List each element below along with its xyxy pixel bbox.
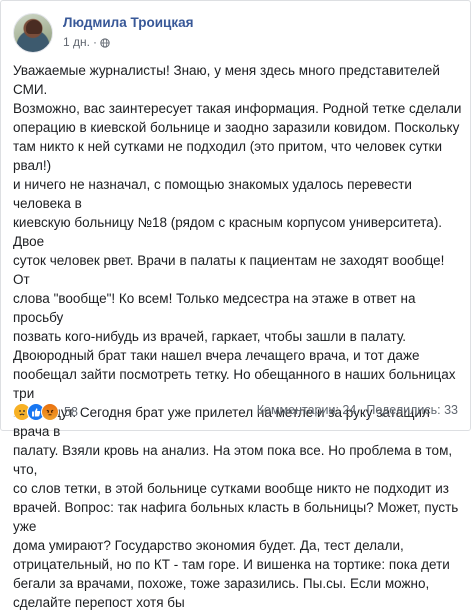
post-text-line: суток человек рвет. Врачи в палаты к пац… <box>13 253 445 287</box>
post-text-line: палату. Взяли кровь на анализ. На этом п… <box>13 443 453 477</box>
post-text-line: отрицательный, но по КТ - там горе. И ви… <box>13 557 450 572</box>
post-text-line: Двоюродный брат таки нашел вчера лечащег… <box>13 348 420 363</box>
post-text-line: операцию в киевской больнице и заодно за… <box>13 120 460 135</box>
reactions-summary[interactable]: 58 <box>13 403 78 421</box>
reactions-count: 58 <box>64 405 78 419</box>
post-text-line: сделайте перепост хотя бы <box>13 595 185 610</box>
author-name[interactable]: Людмила Троицкая <box>63 15 193 30</box>
post-text-line: и ничего не назначал, с помощью знакомых… <box>13 177 412 211</box>
post-meta: 1 дн. · <box>63 35 110 49</box>
post-text-line: там никто к ней сутками не подходил (это… <box>13 139 443 173</box>
post-footer: 58 Комментарии: 24 Поделились: 33 <box>13 403 458 421</box>
globe-icon[interactable] <box>100 38 110 48</box>
avatar[interactable] <box>13 13 53 53</box>
post-text-line: врачей. Вопрос: так нафига больных класт… <box>13 500 459 534</box>
comments-count-link[interactable]: Комментарии: 24 <box>257 403 357 417</box>
post-text-line: Уважаемые журналисты! Знаю, у меня здесь… <box>13 63 440 97</box>
post-text-line: бегали за врачами, похоже, тоже заразили… <box>13 576 430 591</box>
post-timestamp[interactable]: 1 дн. <box>63 35 90 49</box>
post-text-line: пообещал зайти посмотреть тетку. Но обещ… <box>13 367 456 401</box>
post-text-line: слова "вообще"! Ко всем! Только медсестр… <box>13 291 416 325</box>
meta-separator: · <box>92 35 97 49</box>
post-text-line: киевскую больницу №18 (рядом с красным к… <box>13 215 443 249</box>
post-text-line: со слов тетки, в этой больнице сутками в… <box>13 481 449 496</box>
post-text: Уважаемые журналисты! Знаю, у меня здесь… <box>13 61 463 612</box>
angry-icon <box>41 403 59 421</box>
post-text-line: Возможно, вас заинтересует такая информа… <box>13 101 462 116</box>
shares-count-link[interactable]: Поделились: 33 <box>366 403 458 417</box>
facebook-post: Людмила Троицкая 1 дн. · Уважаемые журнал… <box>0 0 471 610</box>
post-text-line: позвать кого-нибудь из врачей, гаркает, … <box>13 329 406 344</box>
engagement-stats: Комментарии: 24 Поделились: 33 <box>257 403 458 417</box>
post-text-line: дома умирают? Государство экономия будет… <box>13 538 404 553</box>
